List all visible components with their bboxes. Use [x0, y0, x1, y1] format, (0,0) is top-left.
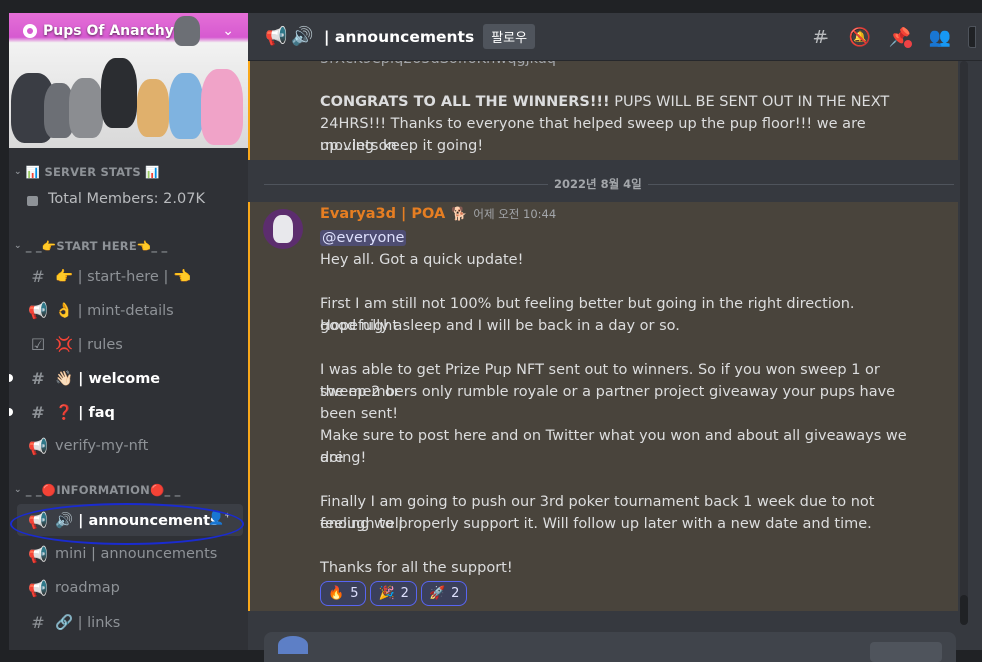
- channel-rules[interactable]: ☑ 💢 | rules: [17, 328, 243, 360]
- message-text: good night sleep and I will be back in a…: [320, 318, 680, 334]
- mention-everyone[interactable]: @everyone: [320, 230, 407, 246]
- server-icon: [23, 24, 37, 38]
- checkbox-icon: ☑: [30, 334, 46, 354]
- member-list-icon[interactable]: 👥: [928, 25, 952, 49]
- hash-icon: #: [31, 266, 45, 286]
- reaction-bar: 🔥 5 🎉 2 🚀 2: [320, 581, 468, 606]
- megaphone-icon: 📢: [28, 510, 48, 530]
- message-text: Thanks for all the support!: [320, 560, 513, 576]
- unread-indicator: [9, 374, 13, 382]
- channel-roadmap[interactable]: 📢 roadmap: [17, 572, 243, 604]
- timestamp: 어제 오전 10:44: [473, 207, 557, 221]
- hash-icon: #: [31, 368, 45, 388]
- scrollbar-track[interactable]: [960, 61, 968, 621]
- message-text: up...lets keep it going!: [320, 138, 484, 154]
- megaphone-icon: 📢: [28, 436, 48, 456]
- message-author[interactable]: Evarya3d | POA 🐕 어제 오전 10:44: [320, 206, 556, 222]
- pin-icon[interactable]: 📌: [888, 25, 912, 49]
- role-badge-icon: 🐕: [451, 206, 468, 222]
- date-label: 2022년 8월 4일: [548, 176, 648, 192]
- channel-mint-details[interactable]: 📢 👌 | mint-details: [17, 294, 243, 326]
- megaphone-icon: 📢: [28, 578, 48, 598]
- reaction-party[interactable]: 🎉 2: [370, 581, 417, 606]
- message-text: 5rXcK9epiq2o5dSoffoKnwqgjkuq: [320, 61, 920, 70]
- megaphone-icon: 📢: [28, 544, 48, 564]
- channel-announcements[interactable]: 📢 🔊 | announcements 👤⁺: [17, 504, 243, 536]
- megaphone-icon: 📢: [265, 26, 288, 47]
- message-composer[interactable]: [264, 632, 956, 662]
- speaker-icon: 🔊: [291, 26, 314, 47]
- add-member-icon[interactable]: 👤⁺: [208, 511, 231, 526]
- message-text: the members only rumble royale or a part…: [320, 384, 896, 422]
- search-input[interactable]: [968, 26, 976, 48]
- lock-icon: [27, 196, 38, 206]
- mute-icon[interactable]: 🔕: [848, 25, 872, 49]
- reaction-rocket[interactable]: 🚀 2: [420, 581, 468, 606]
- category-start-here[interactable]: ⌄ _ _👉START HERE👈_ _: [14, 239, 168, 253]
- reaction-fire[interactable]: 🔥 5: [320, 581, 367, 606]
- threads-icon[interactable]: #̶: [808, 25, 832, 49]
- channel-title: | announcements: [323, 27, 475, 46]
- hash-icon: #: [31, 612, 45, 632]
- discord-app: Pups Of Anarchy ⌄ ⌄ 📊 SERVER STATS 📊 Tot…: [0, 0, 982, 662]
- chevron-down-icon: ⌄: [14, 241, 22, 251]
- title-bar: [0, 0, 982, 13]
- chevron-down-icon[interactable]: ⌄: [222, 23, 234, 39]
- channel-start-here[interactable]: # 👉 | start-here | 👈: [17, 260, 243, 292]
- main-chat: 📢 🔊 | announcements 팔로우 #̶ 🔕 📌 👥 5rXcK9e…: [248, 13, 982, 662]
- message-list: 5rXcK9epiq2o5dSoffoKnwqgjkuq CONGRATS TO…: [248, 61, 982, 641]
- unread-indicator: [9, 408, 13, 416]
- message-text: doing!: [320, 450, 367, 466]
- server-rail: [0, 13, 9, 650]
- channel-sidebar: Pups Of Anarchy ⌄ ⌄ 📊 SERVER STATS 📊 Tot…: [9, 13, 248, 650]
- stat-total-members[interactable]: Total Members: 2.07K: [27, 191, 205, 207]
- category-information[interactable]: ⌄ _ _🔴INFORMATION🔴_ _: [14, 483, 181, 497]
- channel-welcome[interactable]: # 👋🏻 | welcome: [9, 362, 243, 394]
- follow-button[interactable]: 팔로우: [483, 24, 536, 49]
- message-text: Hey all. Got a quick update!: [320, 252, 524, 268]
- message-text: enough to properly support it. Will foll…: [320, 516, 872, 532]
- sticker-icon[interactable]: [278, 636, 308, 654]
- message-text: @everyone: [320, 227, 920, 249]
- megaphone-icon: 📢: [28, 300, 48, 320]
- chevron-down-icon: ⌄: [14, 485, 22, 495]
- server-banner[interactable]: Pups Of Anarchy ⌄: [9, 13, 248, 148]
- hash-icon: #: [31, 402, 45, 422]
- header-toolbar: #̶ 🔕 📌 👥: [808, 13, 982, 61]
- channel-links[interactable]: # 🔗 | links: [17, 606, 243, 638]
- scrollbar-thumb[interactable]: [960, 595, 968, 625]
- chevron-down-icon: ⌄: [14, 167, 22, 177]
- message-text: CONGRATS TO ALL THE WINNERS!!! PUPS WILL…: [320, 94, 890, 110]
- notification-dot: [904, 40, 912, 48]
- channel-header: 📢 🔊 | announcements 팔로우 #̶ 🔕 📌 👥: [248, 13, 982, 61]
- composer-button[interactable]: [870, 642, 942, 662]
- channel-faq[interactable]: # ❓ | faq: [9, 396, 243, 428]
- category-server-stats[interactable]: ⌄ 📊 SERVER STATS 📊: [14, 165, 160, 179]
- avatar[interactable]: [263, 209, 303, 249]
- channel-mini-announcements[interactable]: 📢 mini | announcements: [17, 538, 243, 570]
- server-name[interactable]: Pups Of Anarchy: [23, 23, 174, 39]
- channel-verify-my-nft[interactable]: 📢 verify-my-nft: [17, 430, 243, 462]
